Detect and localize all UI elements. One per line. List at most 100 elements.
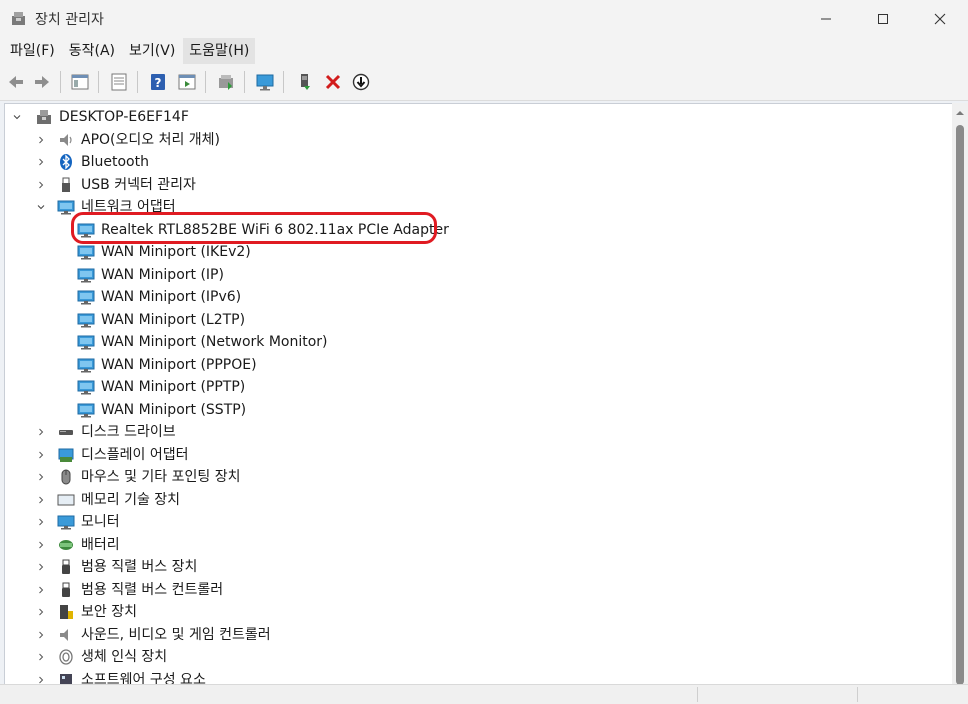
tree-category[interactable]: USB 커넥터 관리자	[35, 174, 196, 196]
device-item[interactable]: WAN Miniport (IKEv2)	[77, 241, 251, 263]
speaker-icon	[57, 131, 75, 149]
category-label: 보안 장치	[81, 604, 137, 620]
category-label: Bluetooth	[81, 154, 149, 170]
category-label: 디스플레이 어댑터	[81, 447, 189, 463]
expand-icon[interactable]	[35, 629, 47, 641]
collapse-icon[interactable]	[11, 111, 23, 123]
device-label: WAN Miniport (Network Monitor)	[101, 334, 328, 350]
close-icon	[934, 13, 946, 25]
tree-category[interactable]: 배터리	[35, 534, 120, 556]
close-button[interactable]	[912, 0, 968, 38]
back-button[interactable]	[4, 70, 28, 94]
scroll-up-icon[interactable]	[956, 109, 964, 117]
expand-icon[interactable]	[35, 651, 47, 663]
category-label: APO(오디오 처리 개체)	[81, 132, 221, 148]
tree-category[interactable]: 보안 장치	[35, 601, 137, 623]
action-pane-icon	[178, 74, 196, 90]
status-bar	[0, 684, 968, 704]
network-adapter-icon	[77, 333, 95, 351]
usb-device-icon	[57, 558, 75, 576]
console-tree-button[interactable]	[68, 70, 92, 94]
scan-hardware-button[interactable]	[253, 70, 277, 94]
expand-icon[interactable]	[35, 539, 47, 551]
disk-drive-icon	[57, 423, 75, 441]
enable-device-icon	[301, 74, 310, 90]
category-label: 범용 직렬 버스 컨트롤러	[81, 582, 224, 598]
expand-icon[interactable]	[35, 449, 47, 461]
expand-icon[interactable]	[35, 561, 47, 573]
expand-icon[interactable]	[35, 179, 47, 191]
update-driver-button[interactable]	[214, 70, 238, 94]
tree-root[interactable]: DESKTOP-E6EF14F	[11, 106, 189, 128]
tree-category[interactable]: 사운드, 비디오 및 게임 컨트롤러	[35, 624, 271, 646]
properties-icon	[111, 73, 127, 91]
category-label: 생체 인식 장치	[81, 649, 168, 665]
enable-device-button[interactable]	[293, 70, 317, 94]
software-component-icon	[57, 671, 75, 685]
scrollbar-thumb[interactable]	[956, 125, 964, 685]
disable-device-icon	[352, 73, 370, 91]
device-label: WAN Miniport (PPTP)	[101, 379, 246, 395]
network-adapter-icon	[77, 243, 95, 261]
memory-icon	[57, 491, 75, 509]
menu-bar: 파일(F) 동작(A) 보기(V) 도움말(H)	[0, 38, 968, 64]
expand-icon[interactable]	[35, 426, 47, 438]
minimize-button[interactable]	[798, 0, 854, 38]
tree-category[interactable]: APO(오디오 처리 개체)	[35, 129, 220, 151]
uninstall-device-icon	[325, 74, 341, 90]
expand-icon[interactable]	[35, 156, 47, 168]
computer-icon	[35, 108, 53, 126]
tree-category[interactable]: 메모리 기술 장치	[35, 489, 180, 511]
device-item[interactable]: WAN Miniport (IP)	[77, 264, 224, 286]
menu-action[interactable]: 동작(A)	[63, 38, 121, 64]
maximize-button[interactable]	[855, 0, 911, 38]
expand-icon[interactable]	[35, 134, 47, 146]
action-pane-button[interactable]	[175, 70, 199, 94]
category-label: 소프트웨어 구성 요소	[81, 672, 206, 685]
tree-category[interactable]: 모니터	[35, 511, 120, 533]
tree-category[interactable]: 범용 직렬 버스 컨트롤러	[35, 579, 223, 601]
tree-category[interactable]: Bluetooth	[35, 151, 149, 173]
tree-category[interactable]: 생체 인식 장치	[35, 646, 167, 668]
sound-icon	[57, 626, 75, 644]
show-hide-console-tree-icon	[71, 74, 89, 90]
svg-text:?: ?	[155, 76, 162, 90]
network-adapter-icon	[77, 311, 95, 329]
properties-button[interactable]	[107, 70, 131, 94]
help-button[interactable]: ?	[146, 70, 170, 94]
security-device-icon	[57, 603, 75, 621]
expand-icon[interactable]	[35, 606, 47, 618]
device-tree[interactable]: DESKTOP-E6EF14F APO(오디오 처리 개체) Bluetooth…	[4, 103, 953, 685]
menu-help[interactable]: 도움말(H)	[183, 38, 256, 64]
network-adapter-icon	[57, 198, 75, 216]
menu-view[interactable]: 보기(V)	[123, 38, 181, 64]
menu-file[interactable]: 파일(F)	[4, 38, 61, 64]
forward-button[interactable]	[30, 70, 54, 94]
disable-device-button[interactable]	[349, 70, 373, 94]
tree-category[interactable]: 마우스 및 기타 포인팅 장치	[35, 466, 240, 488]
device-item[interactable]: WAN Miniport (PPTP)	[77, 376, 245, 398]
vertical-scrollbar[interactable]	[952, 103, 968, 685]
uninstall-device-button[interactable]	[321, 70, 345, 94]
device-item[interactable]: WAN Miniport (PPPOE)	[77, 354, 257, 376]
device-item[interactable]: WAN Miniport (L2TP)	[77, 309, 245, 331]
tree-root-label: DESKTOP-E6EF14F	[59, 109, 189, 125]
device-item[interactable]: WAN Miniport (Network Monitor)	[77, 331, 328, 353]
back-icon	[9, 76, 23, 88]
expand-icon[interactable]	[35, 516, 47, 528]
tree-category[interactable]: 디스플레이 어댑터	[35, 444, 189, 466]
expand-icon[interactable]	[35, 584, 47, 596]
tree-category[interactable]: 소프트웨어 구성 요소	[35, 669, 206, 685]
tree-category[interactable]: 디스크 드라이브	[35, 421, 176, 443]
category-label: USB 커넥터 관리자	[81, 177, 196, 193]
expand-icon[interactable]	[35, 471, 47, 483]
device-item[interactable]: WAN Miniport (SSTP)	[77, 399, 246, 421]
display-adapter-icon	[57, 446, 75, 464]
collapse-icon[interactable]	[35, 201, 47, 213]
device-item[interactable]: WAN Miniport (IPv6)	[77, 286, 241, 308]
device-label: WAN Miniport (IKEv2)	[101, 244, 251, 260]
expand-icon[interactable]	[35, 494, 47, 506]
device-label: WAN Miniport (IP)	[101, 267, 224, 283]
tree-category[interactable]: 범용 직렬 버스 장치	[35, 556, 197, 578]
device-label: WAN Miniport (L2TP)	[101, 312, 246, 328]
